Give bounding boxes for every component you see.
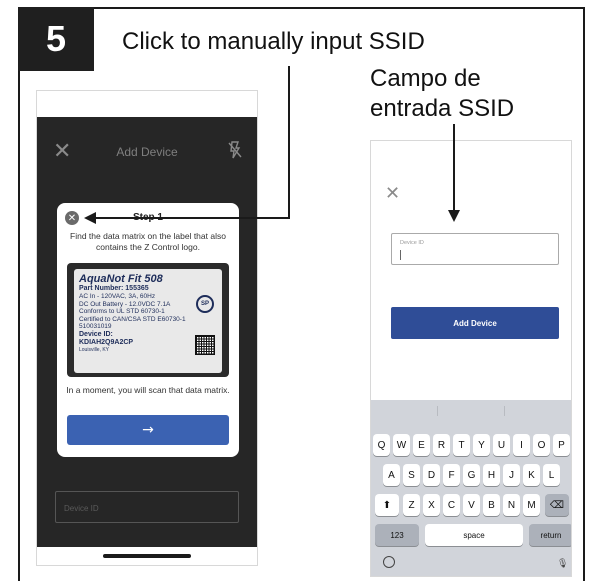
- key-k[interactable]: K: [523, 464, 540, 486]
- text-cursor: [400, 250, 401, 260]
- key-f[interactable]: F: [443, 464, 460, 486]
- keyboard-row-4: 123 space return: [371, 524, 571, 550]
- backspace-key[interactable]: ⌫: [545, 494, 569, 516]
- key-r[interactable]: R: [433, 434, 450, 456]
- key-x[interactable]: X: [423, 494, 440, 516]
- key-a[interactable]: A: [383, 464, 400, 486]
- key-h[interactable]: H: [483, 464, 500, 486]
- device-id-label: Device ID: [400, 240, 424, 246]
- left-phone-screenshot: ✕ Add Device ✕ Step 1 Find the data matr…: [36, 90, 258, 566]
- label-brand: AquaNot Fit 508: [79, 273, 163, 285]
- shift-key[interactable]: ⬆: [375, 494, 399, 516]
- return-key[interactable]: return: [529, 524, 571, 546]
- key-t[interactable]: T: [453, 434, 470, 456]
- key-o[interactable]: O: [533, 434, 550, 456]
- page-title: Add Device: [116, 145, 178, 159]
- product-label-image: AquaNot Fit 508 Part Number: 155365 AC I…: [67, 263, 229, 377]
- key-z[interactable]: Z: [403, 494, 420, 516]
- key-g[interactable]: G: [463, 464, 480, 486]
- keyboard-row-3: ⬆ ⌫ ZXCVBNM: [371, 494, 571, 520]
- add-device-button[interactable]: Add Device: [391, 307, 559, 339]
- key-q[interactable]: Q: [373, 434, 390, 456]
- key-w[interactable]: W: [393, 434, 410, 456]
- label-line: 510031019: [79, 323, 112, 330]
- next-button[interactable]: →: [67, 415, 229, 445]
- right-phone-screenshot: ✕ Device ID Add Device QWERTYUIOP ASDFGH…: [370, 140, 572, 577]
- key-b[interactable]: B: [483, 494, 500, 516]
- home-indicator: [103, 554, 191, 558]
- step-number-badge: 5: [18, 7, 94, 71]
- key-l[interactable]: L: [543, 464, 560, 486]
- modal-instruction: Find the data matrix on the label that a…: [70, 231, 226, 252]
- device-id-field[interactable]: Device ID: [55, 491, 239, 523]
- key-v[interactable]: V: [463, 494, 480, 516]
- step-modal: ✕ Step 1 Find the data matrix on the lab…: [57, 203, 239, 457]
- right-caption-line1: Campo de: [370, 65, 481, 92]
- right-caption-line2: entrada SSID: [370, 95, 515, 122]
- key-i[interactable]: I: [513, 434, 530, 456]
- key-e[interactable]: E: [413, 434, 430, 456]
- keyboard-row-2: ASDFGHJKL: [371, 464, 571, 490]
- flash-off-icon[interactable]: [227, 141, 243, 159]
- emoji-icon[interactable]: [383, 556, 395, 568]
- modal-title: Step 1: [132, 212, 163, 223]
- space-key[interactable]: space: [425, 524, 523, 546]
- key-c[interactable]: C: [443, 494, 460, 516]
- modal-note: In a moment, you will scan that data mat…: [66, 385, 230, 395]
- close-icon[interactable]: ✕: [385, 183, 400, 204]
- key-u[interactable]: U: [493, 434, 510, 456]
- key-d[interactable]: D: [423, 464, 440, 486]
- on-screen-keyboard: QWERTYUIOP ASDFGHJKL ⬆ ⌫ ZXCVBNM 123 spa…: [371, 400, 571, 576]
- microphone-icon[interactable]: 🎙: [557, 558, 568, 569]
- key-m[interactable]: M: [523, 494, 540, 516]
- data-matrix-icon: [195, 335, 215, 355]
- label-line: Certified to CAN/CSA STD E60730-1: [79, 315, 186, 323]
- key-s[interactable]: S: [403, 464, 420, 486]
- suggestion-bar: [371, 400, 571, 422]
- label-line: Conforms to UL STD 60730-1: [79, 308, 165, 315]
- certification-logo: SP: [196, 295, 214, 313]
- device-id-input[interactable]: Device ID: [391, 233, 559, 265]
- key-p[interactable]: P: [553, 434, 570, 456]
- keyboard-row-1: QWERTYUIOP: [371, 434, 571, 460]
- key-n[interactable]: N: [503, 494, 520, 516]
- top-caption: Click to manually input SSID: [122, 28, 425, 55]
- product-label: AquaNot Fit 508 Part Number: 155365 AC I…: [74, 269, 222, 373]
- key-y[interactable]: Y: [473, 434, 490, 456]
- right-caption: Campo de entrada SSID: [370, 64, 514, 124]
- label-part-number: Part Number: 155365: [79, 285, 149, 292]
- status-bar: [37, 91, 257, 117]
- key-j[interactable]: J: [503, 464, 520, 486]
- numbers-key[interactable]: 123: [375, 524, 419, 546]
